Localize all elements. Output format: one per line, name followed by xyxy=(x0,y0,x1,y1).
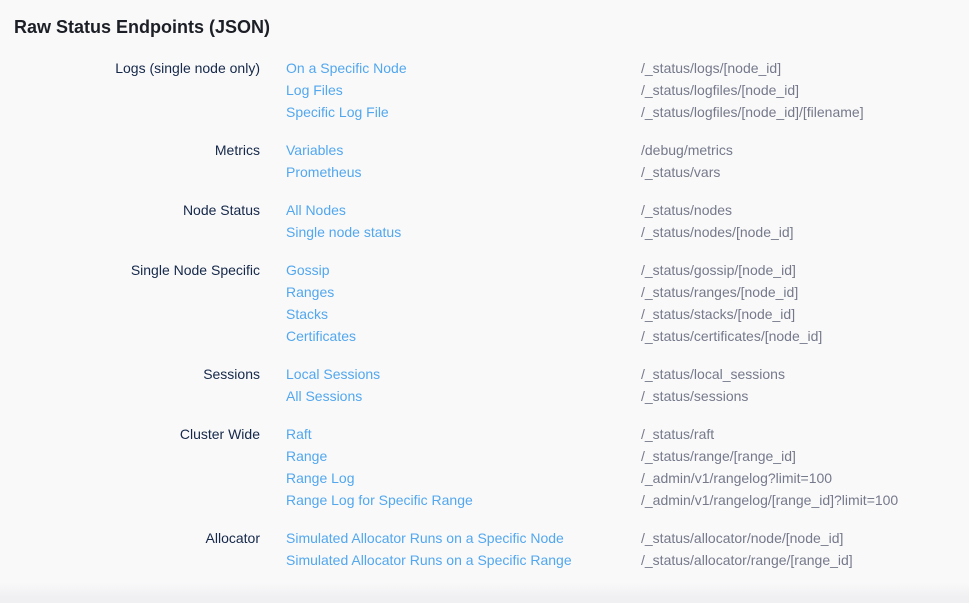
endpoint-path: /_status/local_sessions xyxy=(641,363,969,385)
endpoint-paths-column: /_status/raft/_status/range/[range_id]/_… xyxy=(641,423,969,511)
endpoint-link[interactable]: Gossip xyxy=(286,259,641,281)
endpoint-links-column: Local SessionsAll Sessions xyxy=(260,363,641,407)
endpoint-path: /_status/stacks/[node_id] xyxy=(641,303,969,325)
endpoint-link[interactable]: Prometheus xyxy=(286,161,641,183)
endpoint-link[interactable]: On a Specific Node xyxy=(286,57,641,79)
endpoint-path: /_status/ranges/[node_id] xyxy=(641,281,969,303)
endpoint-link[interactable]: Raft xyxy=(286,423,641,445)
category-label: Sessions xyxy=(0,363,260,407)
endpoint-path: /_status/raft xyxy=(641,423,969,445)
endpoint-path: /_status/certificates/[node_id] xyxy=(641,325,969,347)
endpoint-path: /_status/range/[range_id] xyxy=(641,445,969,467)
endpoint-link[interactable]: All Sessions xyxy=(286,385,641,407)
endpoint-group: Single Node SpecificGossipRangesStacksCe… xyxy=(0,259,969,347)
category-label: Metrics xyxy=(0,139,260,183)
endpoint-path: /_status/gossip/[node_id] xyxy=(641,259,969,281)
raw-status-endpoints-page: Raw Status Endpoints (JSON) Logs (single… xyxy=(0,0,969,603)
endpoint-links-column: GossipRangesStacksCertificates xyxy=(260,259,641,347)
endpoint-paths-column: /_status/logs/[node_id]/_status/logfiles… xyxy=(641,57,969,123)
category-label: Single Node Specific xyxy=(0,259,260,347)
endpoint-path: /_status/allocator/range/[range_id] xyxy=(641,549,969,571)
endpoint-links-column: VariablesPrometheus xyxy=(260,139,641,183)
endpoint-path: /_status/logfiles/[node_id]/[filename] xyxy=(641,101,969,123)
endpoint-link[interactable]: Ranges xyxy=(286,281,641,303)
endpoint-link[interactable]: Stacks xyxy=(286,303,641,325)
endpoint-path: /_status/sessions xyxy=(641,385,969,407)
endpoint-link[interactable]: Log Files xyxy=(286,79,641,101)
endpoint-paths-column: /_status/nodes/_status/nodes/[node_id] xyxy=(641,199,969,243)
endpoint-paths-column: /_status/gossip/[node_id]/_status/ranges… xyxy=(641,259,969,347)
endpoint-link[interactable]: Certificates xyxy=(286,325,641,347)
category-label: Logs (single node only) xyxy=(0,57,260,123)
endpoint-path: /_status/allocator/node/[node_id] xyxy=(641,527,969,549)
endpoint-paths-column: /debug/metrics/_status/vars xyxy=(641,139,969,183)
endpoint-link[interactable]: Single node status xyxy=(286,221,641,243)
endpoint-link[interactable]: Range xyxy=(286,445,641,467)
category-label: Allocator xyxy=(0,527,260,571)
endpoint-links-column: RaftRangeRange LogRange Log for Specific… xyxy=(260,423,641,511)
endpoint-link[interactable]: Range Log xyxy=(286,467,641,489)
endpoint-group: Cluster WideRaftRangeRange LogRange Log … xyxy=(0,423,969,511)
bottom-strip xyxy=(0,583,969,603)
endpoint-link[interactable]: Specific Log File xyxy=(286,101,641,123)
endpoint-link[interactable]: All Nodes xyxy=(286,199,641,221)
endpoint-link[interactable]: Local Sessions xyxy=(286,363,641,385)
endpoint-path: /_status/vars xyxy=(641,161,969,183)
endpoint-path: /_admin/v1/rangelog?limit=100 xyxy=(641,467,969,489)
endpoint-link[interactable]: Simulated Allocator Runs on a Specific R… xyxy=(286,549,641,571)
category-label: Node Status xyxy=(0,199,260,243)
endpoints-table: Logs (single node only)On a Specific Nod… xyxy=(0,57,969,571)
endpoint-path: /_status/nodes xyxy=(641,199,969,221)
endpoint-links-column: All NodesSingle node status xyxy=(260,199,641,243)
endpoint-paths-column: /_status/allocator/node/[node_id]/_statu… xyxy=(641,527,969,571)
endpoint-link[interactable]: Range Log for Specific Range xyxy=(286,489,641,511)
endpoint-group: SessionsLocal SessionsAll Sessions/_stat… xyxy=(0,363,969,407)
endpoint-path: /_admin/v1/rangelog/[range_id]?limit=100 xyxy=(641,489,969,511)
endpoint-paths-column: /_status/local_sessions/_status/sessions xyxy=(641,363,969,407)
endpoint-group: Node StatusAll NodesSingle node status/_… xyxy=(0,199,969,243)
endpoint-link[interactable]: Simulated Allocator Runs on a Specific N… xyxy=(286,527,641,549)
endpoint-path: /_status/logs/[node_id] xyxy=(641,57,969,79)
endpoint-group: Allocator Simulated Allocator Runs on a S… xyxy=(0,527,969,571)
endpoint-group: MetricsVariablesPrometheus/debug/metrics… xyxy=(0,139,969,183)
endpoint-links-column: On a Specific NodeLog FilesSpecific Log … xyxy=(260,57,641,123)
endpoint-link[interactable]: Variables xyxy=(286,139,641,161)
endpoint-links-column: Simulated Allocator Runs on a Specific N… xyxy=(260,527,641,571)
endpoint-path: /debug/metrics xyxy=(641,139,969,161)
page-title: Raw Status Endpoints (JSON) xyxy=(0,0,969,39)
endpoint-group: Logs (single node only)On a Specific Nod… xyxy=(0,57,969,123)
category-label: Cluster Wide xyxy=(0,423,260,511)
endpoint-path: /_status/nodes/[node_id] xyxy=(641,221,969,243)
endpoint-path: /_status/logfiles/[node_id] xyxy=(641,79,969,101)
